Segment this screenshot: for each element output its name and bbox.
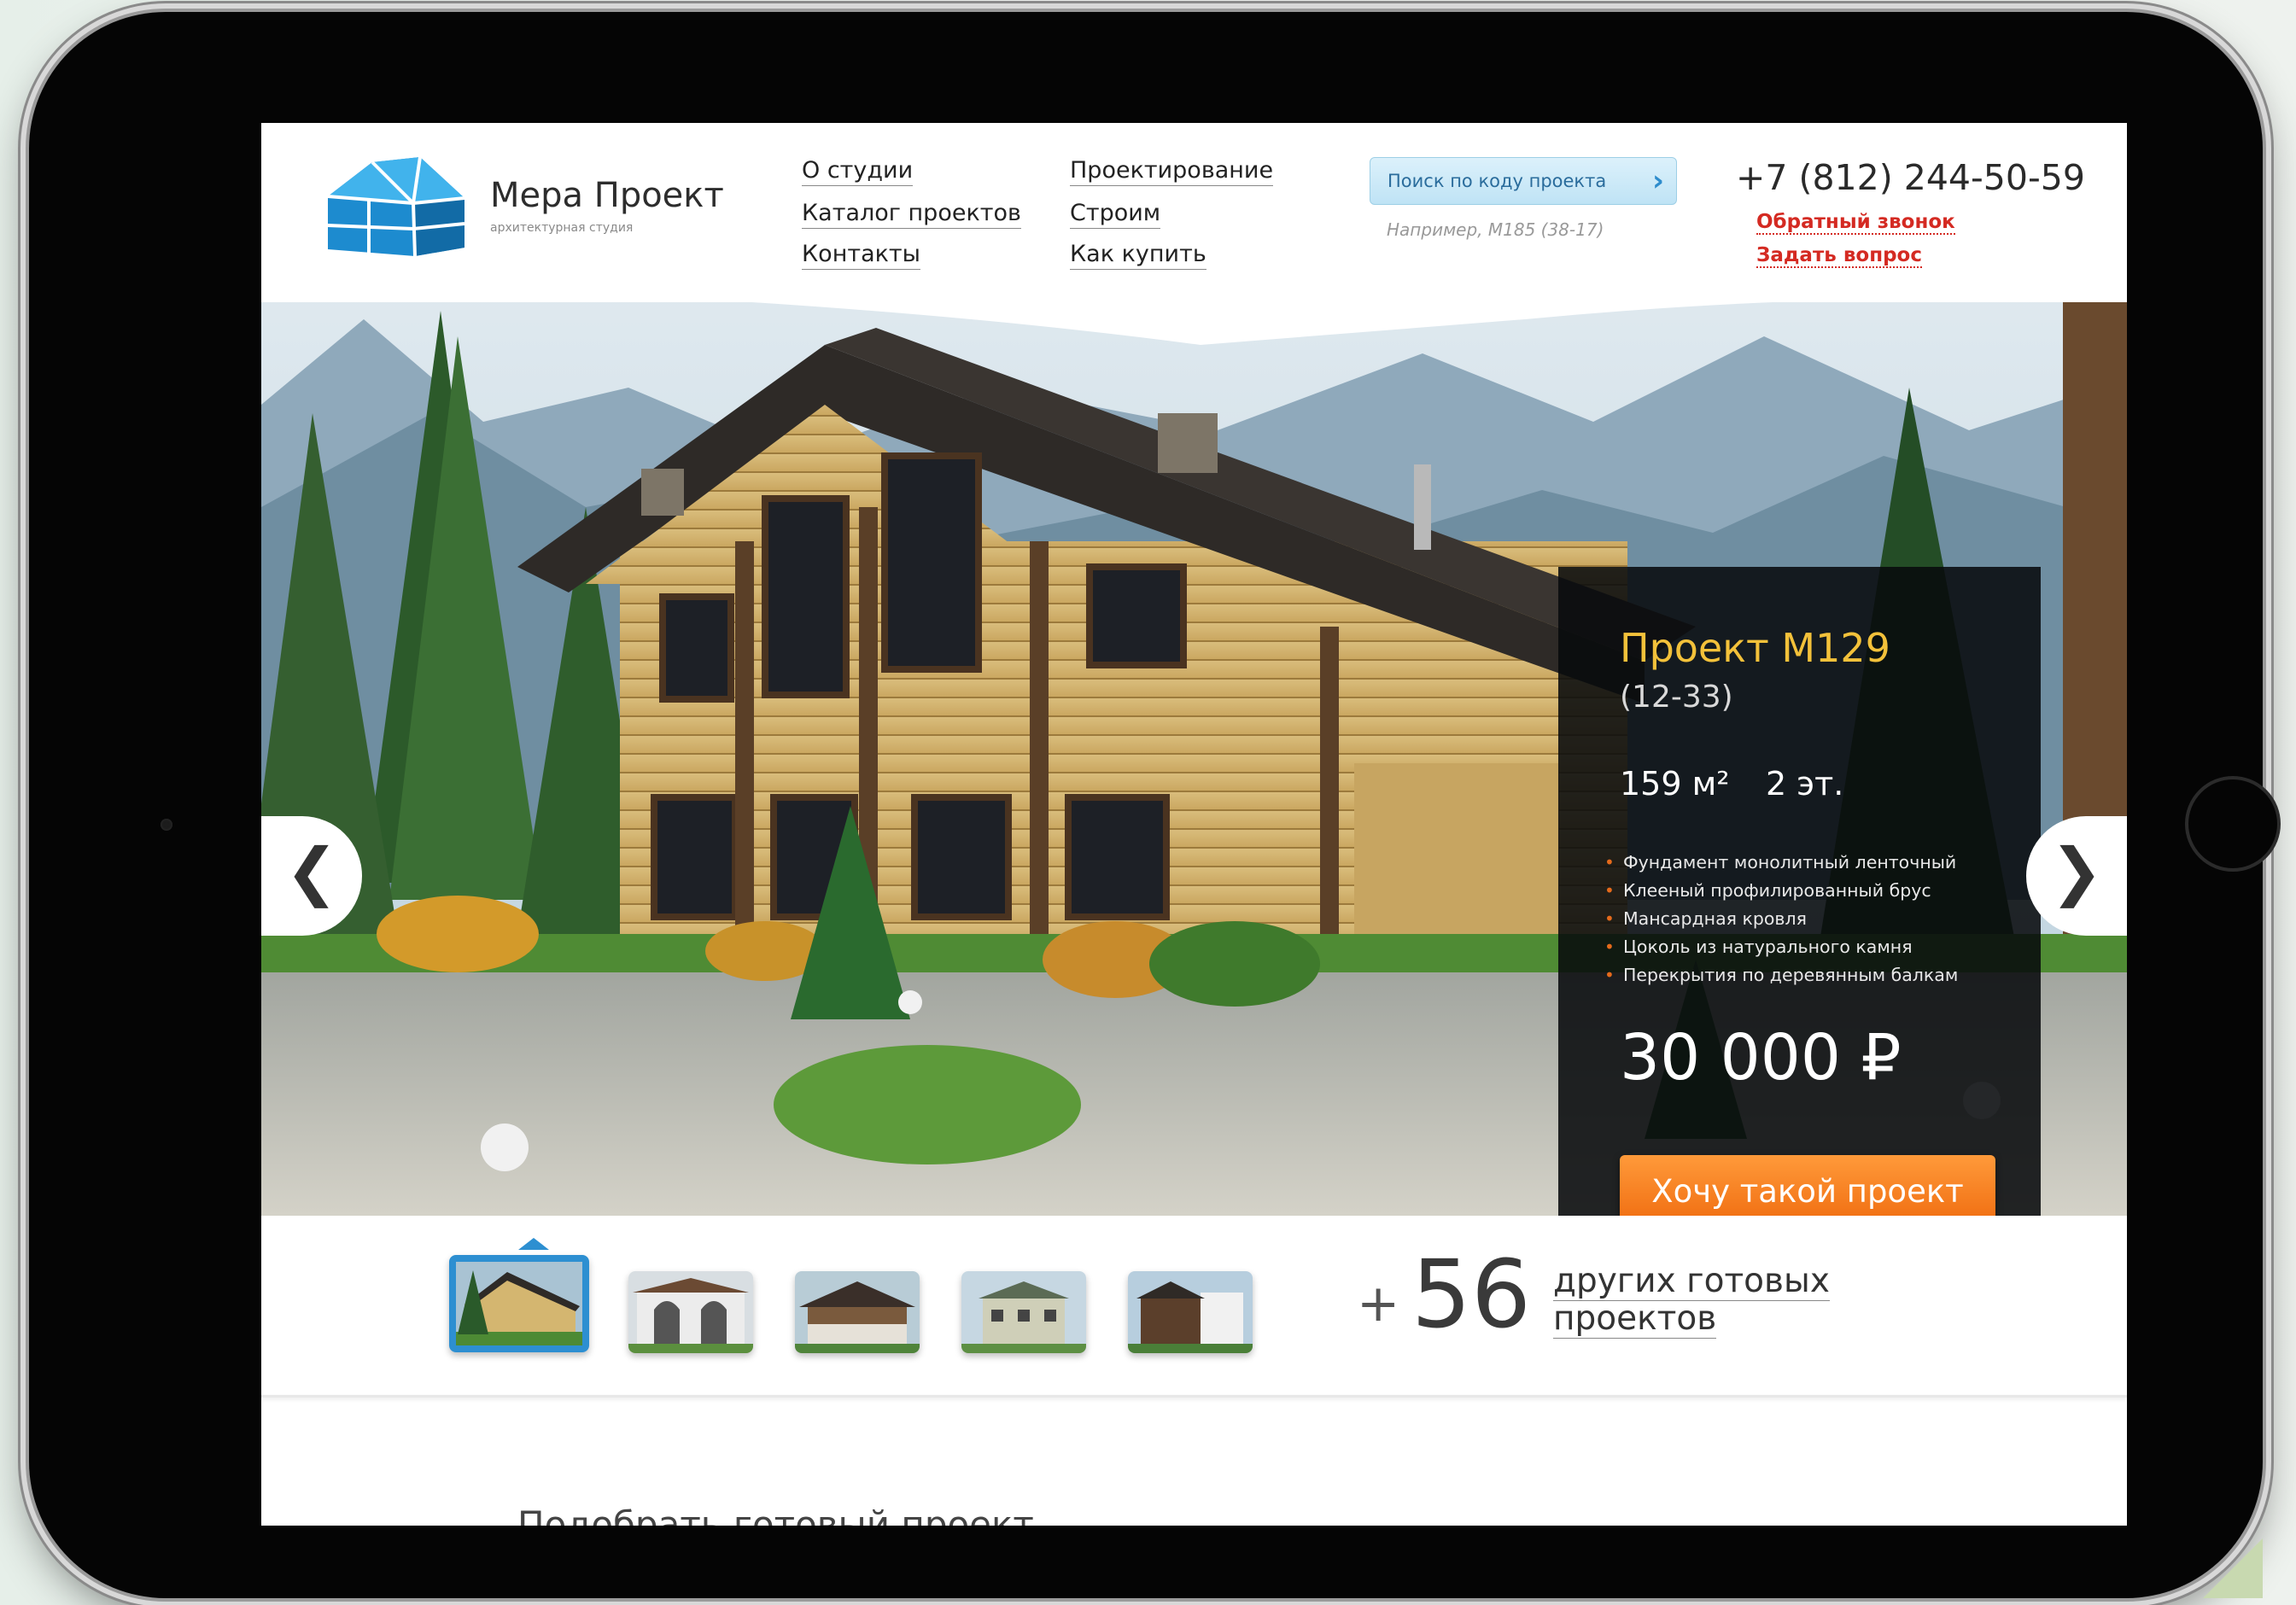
thumbnail-image xyxy=(456,1262,582,1345)
more-projects-label: других готовых проектов xyxy=(1553,1262,1830,1339)
feature-item: Клееный профилированный брус xyxy=(1604,877,1958,905)
more-plus: + xyxy=(1357,1274,1399,1334)
more-projects-link[interactable]: других готовых проектов xyxy=(1553,1263,1835,1338)
home-button[interactable] xyxy=(2185,776,2281,872)
nav-link-how-to-buy[interactable]: Как купить xyxy=(1070,241,1206,270)
phone-number[interactable]: +7 (812) 244-50-59 xyxy=(1736,157,2085,198)
thumbnail-project-1[interactable] xyxy=(449,1255,589,1352)
nav-link-build[interactable]: Строим xyxy=(1070,200,1160,229)
thumbnail-image xyxy=(1128,1271,1253,1353)
chevron-left-icon: ❮ xyxy=(285,835,338,908)
project-code: (12-33) xyxy=(1620,680,1733,715)
thumbnail-image xyxy=(628,1271,753,1353)
search-by-code-button[interactable]: Поиск по коду проекта › xyxy=(1370,157,1677,205)
tablet-frame: Мера Проект архитектурная студия О студи… xyxy=(29,12,2263,1598)
site-header: Мера Проект архитектурная студия О студи… xyxy=(261,123,2127,302)
more-projects-count[interactable]: 56 xyxy=(1411,1247,1531,1341)
thumbnail-project-2[interactable] xyxy=(628,1271,753,1353)
section-divider xyxy=(261,1395,2127,1398)
thumbnail-project-4[interactable] xyxy=(961,1271,1086,1353)
thumbnail-image xyxy=(961,1271,1086,1353)
feature-list: Фундамент монолитный ленточный Клееный п… xyxy=(1604,849,1958,989)
website-screen: Мера Проект архитектурная студия О студи… xyxy=(261,123,2127,1526)
corner-accent xyxy=(2203,1538,2263,1598)
callback-link[interactable]: Обратный звонок xyxy=(1756,211,1955,235)
chevron-right-icon: › xyxy=(1652,158,1664,204)
feature-item: Цоколь из натурального камня xyxy=(1604,933,1958,961)
project-title[interactable]: Проект М129 xyxy=(1620,625,1890,671)
thumbnail-image xyxy=(795,1271,920,1353)
active-thumb-pointer xyxy=(518,1238,549,1250)
want-project-button[interactable]: Хочу такой проект xyxy=(1620,1155,1995,1216)
nav-link-catalog[interactable]: Каталог проектов xyxy=(802,200,1021,229)
thumbnail-project-5[interactable] xyxy=(1128,1271,1253,1353)
hero-slider: Проект М129 (12-33) 159 м² 2 эт. Фундаме… xyxy=(261,285,2127,1216)
search-button-label: Поиск по коду проекта xyxy=(1388,171,1606,191)
next-section-heading: Подобрать готовый проект xyxy=(517,1503,1034,1526)
ask-question-link[interactable]: Задать вопрос xyxy=(1756,244,1922,268)
camera-icon xyxy=(161,819,172,831)
project-area: 159 м² xyxy=(1620,765,1730,802)
nav-link-contacts[interactable]: Контакты xyxy=(802,241,920,270)
project-floors: 2 эт. xyxy=(1766,765,1843,802)
chevron-right-icon: ❯ xyxy=(2050,835,2103,908)
logo-subtitle: архитектурная студия xyxy=(490,221,633,235)
search-hint: Например, М185 (38-17) xyxy=(1387,219,1604,240)
feature-item: Мансардная кровля xyxy=(1604,905,1958,933)
feature-item: Перекрытия по деревянным балкам xyxy=(1604,961,1958,989)
nav-link-design[interactable]: Проектирование xyxy=(1070,157,1273,186)
logo-title[interactable]: Мера Проект xyxy=(490,176,724,215)
thumbnail-project-3[interactable] xyxy=(795,1271,920,1353)
nav-link-about[interactable]: О студии xyxy=(802,157,913,186)
project-price: 30 000 ₽ xyxy=(1620,1021,1902,1094)
logo-house-icon[interactable] xyxy=(328,155,464,256)
project-info-panel: Проект М129 (12-33) 159 м² 2 эт. Фундаме… xyxy=(1558,567,2041,1216)
feature-item: Фундамент монолитный ленточный xyxy=(1604,849,1958,877)
